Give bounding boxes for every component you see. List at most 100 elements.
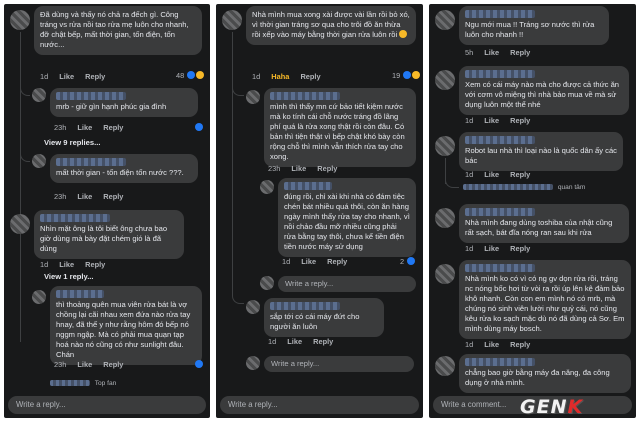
reply-button[interactable]: Reply [317, 164, 337, 173]
author-name[interactable] [284, 182, 332, 190]
avatar[interactable] [435, 10, 455, 30]
reply-button[interactable]: Reply [510, 244, 530, 253]
view-replies-link[interactable]: View 1 reply... [44, 272, 94, 281]
avatar[interactable] [260, 180, 274, 194]
avatar[interactable] [32, 154, 46, 168]
avatar[interactable] [246, 356, 260, 370]
comment-bubble: Đã dùng và thấy nó chả ra đếch gì. Công … [34, 6, 202, 55]
author-name[interactable] [56, 92, 126, 100]
reply-button[interactable]: Reply [313, 337, 333, 346]
reply-button[interactable]: Reply [103, 360, 123, 369]
like-button[interactable]: Like [77, 360, 92, 369]
timestamp: 5h [465, 48, 474, 57]
avatar[interactable] [10, 214, 30, 234]
reaction-count[interactable] [194, 360, 203, 369]
author-name[interactable] [270, 302, 340, 310]
timestamp: 1d [40, 260, 49, 269]
reply-button[interactable]: Reply [510, 116, 530, 125]
author-name[interactable] [463, 184, 553, 190]
reaction-count[interactable]: 2 [400, 257, 416, 266]
reaction-count[interactable]: 19 [392, 71, 421, 80]
avatar[interactable] [435, 356, 455, 376]
like-button[interactable]: Like [77, 192, 92, 201]
comment-actions: 1d Like Reply [465, 244, 539, 253]
comment-actions: 1d Like Reply [465, 116, 539, 125]
like-button[interactable]: Like [59, 260, 74, 269]
avatar[interactable] [10, 10, 30, 30]
haha-reaction-icon [196, 71, 205, 79]
comment-actions: 1d Like Reply [40, 72, 114, 81]
author-name[interactable] [465, 70, 535, 78]
author-name[interactable] [270, 92, 340, 100]
reply-text: mrb - giữ gìn hạnh phúc gia đình [56, 102, 167, 111]
reply-connector [232, 82, 244, 96]
comment-bubble: chẳng bao giờ bằng máy đa năng, đa công … [459, 354, 631, 393]
reply-bubble: sắp tới có cái máy đứt cho người ăn luôn [264, 298, 384, 337]
reply-actions: 23h Like Reply [268, 164, 346, 173]
author-name[interactable] [465, 10, 535, 18]
reply-button[interactable]: Reply [510, 170, 530, 179]
avatar[interactable] [435, 70, 455, 90]
reply-button[interactable]: Reply [103, 123, 123, 132]
avatar[interactable] [435, 264, 455, 284]
author-name[interactable] [465, 208, 535, 216]
like-reaction-icon [195, 360, 203, 368]
view-replies-link[interactable]: View 9 replies... [44, 138, 100, 147]
avatar[interactable] [435, 208, 455, 228]
avatar[interactable] [32, 88, 46, 102]
author-name[interactable] [56, 158, 126, 166]
reply-text: thì thoảng quên mua viên rửa bát là vợ c… [56, 300, 191, 359]
timestamp: 1d [268, 337, 277, 346]
like-button[interactable]: Like [484, 244, 499, 253]
author-name[interactable] [465, 358, 535, 366]
reply-preview-row[interactable]: quan tâm [463, 184, 585, 191]
like-button[interactable]: Like [484, 48, 499, 57]
comment-bubble: Xem có cái máy nào mà cho được cả thức ă… [459, 66, 629, 115]
reply-button[interactable]: Reply [327, 257, 347, 266]
timestamp: 23h [268, 164, 281, 173]
timestamp: 1d [465, 170, 474, 179]
reply-input-bottom[interactable]: Write a reply... [220, 396, 419, 414]
avatar[interactable] [435, 136, 455, 156]
avatar[interactable] [246, 300, 260, 314]
author-name[interactable] [40, 214, 110, 222]
author-name[interactable] [465, 264, 535, 272]
reply-preview-text: quan tâm [557, 184, 586, 191]
like-button[interactable]: Like [484, 170, 499, 179]
timestamp: 23h [54, 360, 67, 369]
reply-button[interactable]: Reply [510, 340, 530, 349]
author-name[interactable] [50, 380, 90, 386]
smiley-emoji-icon [399, 30, 408, 38]
reply-bubble: mrb - giữ gìn hạnh phúc gia đình [50, 88, 198, 117]
reply-input[interactable]: Write a reply... [278, 276, 416, 292]
reply-text: mất thời gian - tốn điện tốn nước ???. [56, 168, 184, 177]
reply-button[interactable]: Reply [85, 260, 105, 269]
avatar[interactable] [222, 10, 242, 30]
avatar[interactable] [246, 90, 260, 104]
like-button[interactable]: Like [484, 340, 499, 349]
genk-logo: GENK [520, 396, 583, 418]
reply-button[interactable]: Reply [510, 48, 530, 57]
author-name[interactable] [465, 136, 535, 144]
reply-input[interactable]: Write a reply... [264, 356, 414, 372]
like-button[interactable]: Like [484, 116, 499, 125]
like-button[interactable]: Like [59, 72, 74, 81]
like-button[interactable]: Like [301, 257, 316, 266]
timestamp: 1d [465, 116, 474, 125]
reply-actions: 1d Like Reply [268, 337, 342, 346]
like-button[interactable]: Like [291, 164, 306, 173]
avatar[interactable] [260, 276, 274, 290]
reply-button[interactable]: Reply [300, 72, 320, 81]
reply-input[interactable]: Write a reply... [8, 396, 206, 414]
reply-text: đúng rồi, chỉ xài khi nhà có đám tiệc ch… [284, 192, 410, 251]
like-button[interactable]: Like [287, 337, 302, 346]
reply-button[interactable]: Reply [85, 72, 105, 81]
reply-button[interactable]: Reply [103, 192, 123, 201]
reaction-count[interactable]: 48 [176, 71, 205, 80]
comment-actions: 1d Haha Reply [252, 72, 330, 81]
avatar[interactable] [32, 290, 46, 304]
reaction-count[interactable] [194, 123, 203, 132]
author-name[interactable] [56, 290, 104, 298]
haha-reaction-button[interactable]: Haha [271, 72, 289, 81]
like-button[interactable]: Like [77, 123, 92, 132]
